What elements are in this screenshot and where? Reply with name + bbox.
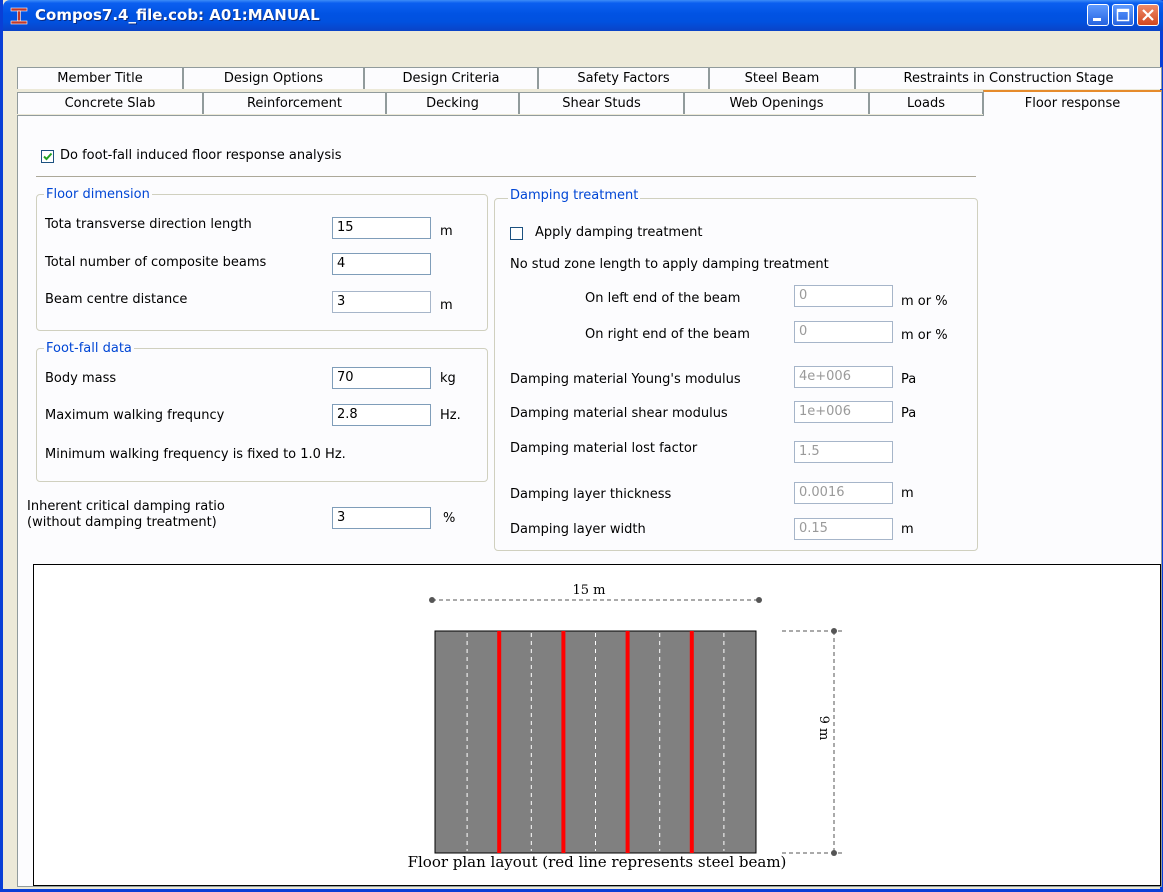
maximize-button[interactable]: [1112, 4, 1134, 26]
tab-decking[interactable]: Decking: [386, 92, 519, 114]
shear-modulus-unit: Pa: [901, 406, 917, 421]
floor-plan-caption: Floor plan layout (red line represents s…: [407, 853, 787, 871]
shear-modulus-input[interactable]: 1e+006: [794, 401, 893, 423]
damping-treatment-title: Damping treatment: [508, 188, 641, 203]
young-modulus-input[interactable]: 4e+006: [794, 366, 893, 388]
loss-factor-input[interactable]: 1.5: [794, 441, 893, 463]
floor-dimension-title: Floor dimension: [44, 187, 152, 202]
right-end-label: On right end of the beam: [585, 327, 750, 342]
right-end-unit: m or %: [901, 328, 948, 343]
height-dimension-endpoint: [831, 628, 837, 634]
i-beam-icon: [10, 7, 28, 25]
minimize-button[interactable]: [1087, 4, 1109, 26]
floor-plan-drawing: 15 m 9 m: [429, 583, 842, 856]
tab-row-2: Concrete Slab Reinforcement Decking Shea…: [17, 90, 1162, 116]
layer-width-unit: m: [901, 522, 914, 537]
width-dimension-label: 15 m: [572, 583, 605, 598]
body-mass-unit: kg: [440, 371, 456, 386]
transverse-length-unit: m: [440, 224, 453, 239]
no-stud-zone-label: No stud zone length to apply damping tre…: [510, 257, 829, 272]
floor-plan-canvas: 15 m 9 m Floor plan layout (red line rep…: [33, 564, 1161, 886]
walking-freq-label: Maximum walking frequncy: [45, 408, 225, 423]
right-end-input[interactable]: 0: [794, 321, 893, 343]
damping-ratio-input[interactable]: 3: [332, 507, 431, 529]
transverse-length-label: Tota transverse direction length: [45, 217, 252, 232]
tab-web-openings[interactable]: Web Openings: [684, 92, 869, 114]
tab-design-options[interactable]: Design Options: [183, 67, 364, 89]
title-bar[interactable]: Compos7.4_file.cob: A01:MANUAL: [3, 0, 1163, 31]
body-mass-input[interactable]: 70: [332, 367, 431, 389]
left-end-label: On left end of the beam: [585, 291, 741, 306]
beam-count-label: Total number of composite beams: [45, 255, 267, 270]
damping-ratio-label-line1: Inherent critical damping ratio: [27, 499, 225, 514]
young-modulus-label: Damping material Young's modulus: [510, 372, 741, 387]
tab-floor-response[interactable]: Floor response: [983, 90, 1162, 116]
footfall-analysis-checkbox[interactable]: [41, 150, 54, 163]
beam-spacing-field: 3: [332, 291, 431, 313]
tab-member-title[interactable]: Member Title: [17, 67, 183, 89]
tab-design-criteria[interactable]: Design Criteria: [364, 67, 538, 89]
damping-ratio-label-line2: (without damping treatment): [27, 515, 217, 530]
body-mass-label: Body mass: [45, 371, 117, 386]
footfall-data-title: Foot-fall data: [44, 341, 134, 356]
left-end-input[interactable]: 0: [794, 285, 893, 307]
tab-steel-beam[interactable]: Steel Beam: [709, 67, 855, 89]
layer-width-label: Damping layer width: [510, 522, 646, 537]
young-modulus-unit: Pa: [901, 372, 917, 387]
tab-row-1: Member Title Design Options Design Crite…: [17, 67, 1162, 89]
width-dimension-endpoint: [756, 597, 762, 603]
damping-ratio-unit: %: [443, 511, 456, 526]
apply-damping-label: Apply damping treatment: [535, 225, 703, 240]
layer-thickness-input[interactable]: 0.0016: [794, 482, 893, 504]
tab-loads[interactable]: Loads: [869, 92, 983, 114]
separator: [36, 176, 976, 177]
beam-count-input[interactable]: 4: [332, 253, 431, 275]
close-icon: [1142, 9, 1154, 21]
close-button[interactable]: [1137, 4, 1159, 26]
layer-thickness-unit: m: [901, 486, 914, 501]
footfall-analysis-label: Do foot-fall induced floor response anal…: [60, 148, 342, 163]
shear-modulus-label: Damping material shear modulus: [510, 406, 728, 421]
app-window: Compos7.4_file.cob: A01:MANUAL Member Ti…: [0, 0, 1163, 892]
transverse-length-input[interactable]: 15: [332, 217, 431, 239]
loss-factor-label: Damping material lost factor: [510, 441, 698, 456]
tab-concrete-slab[interactable]: Concrete Slab: [17, 92, 203, 114]
walking-freq-input[interactable]: 2.8: [332, 404, 431, 426]
tab-reinforcement[interactable]: Reinforcement: [203, 92, 386, 114]
width-dimension-endpoint: [429, 597, 435, 603]
beam-spacing-label: Beam centre distance: [45, 292, 188, 307]
maximize-icon: [1116, 8, 1130, 22]
window-title: Compos7.4_file.cob: A01:MANUAL: [35, 6, 320, 24]
layer-thickness-label: Damping layer thickness: [510, 487, 672, 502]
tab-restraints[interactable]: Restraints in Construction Stage: [855, 67, 1162, 89]
walking-freq-unit: Hz.: [440, 408, 461, 423]
beam-spacing-unit: m: [440, 298, 453, 313]
tab-shear-studs[interactable]: Shear Studs: [519, 92, 684, 114]
left-end-unit: m or %: [901, 294, 948, 309]
tab-safety-factors[interactable]: Safety Factors: [538, 67, 709, 89]
apply-damping-checkbox[interactable]: [510, 227, 523, 240]
min-walking-freq-note: Minimum walking frequency is fixed to 1.…: [45, 447, 346, 462]
layer-width-input[interactable]: 0.15: [794, 518, 893, 540]
minimize-icon: [1093, 18, 1101, 21]
checkmark-icon: [43, 152, 53, 161]
height-dimension-label: 9 m: [816, 716, 831, 741]
